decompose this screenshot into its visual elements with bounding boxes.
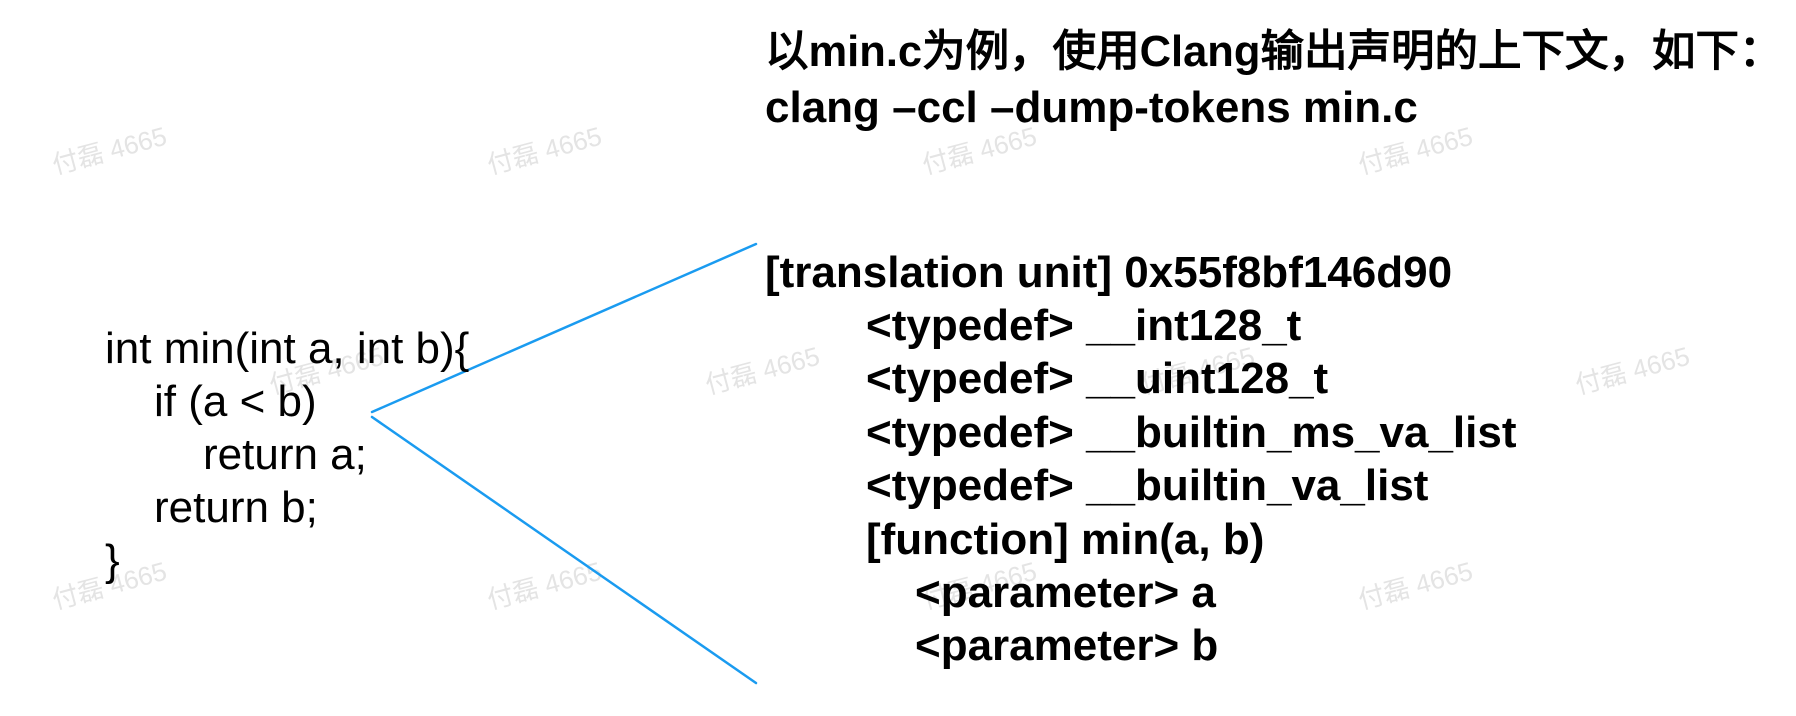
declaration-context-tree: [translation unit] 0x55f8bf146d90 <typed… <box>765 246 1517 673</box>
ast-line-typedef-int128: <typedef> __int128_t <box>866 300 1302 350</box>
ast-line-parameter-a: <parameter> a <box>915 567 1216 617</box>
ast-line-translation-unit: [translation unit] 0x55f8bf146d90 <box>765 247 1453 297</box>
source-code-block: int min(int a, int b){ if (a < b) return… <box>105 322 469 587</box>
ast-line-typedef-builtin-va-list: <typedef> __builtin_va_list <box>866 461 1429 511</box>
slide-title: 以min.c为例，使用Clang输出声明的上下文，如下： clang –ccl … <box>765 25 1782 135</box>
code-line-if: if (a < b) <box>154 377 317 426</box>
ast-line-parameter-b: <parameter> b <box>915 621 1219 671</box>
code-line-return-a: return a; <box>203 430 367 479</box>
ast-line-typedef-builtin-ms-va-list: <typedef> __builtin_ms_va_list <box>866 407 1517 457</box>
code-line-return-b: return b; <box>154 483 318 532</box>
ast-line-function-min: [function] min(a, b) <box>866 514 1265 564</box>
slide: 付磊 4665 付磊 4665 付磊 4665 付磊 4665 付磊 4665 付磊 46… <box>0 0 1796 716</box>
command-line: clang –ccl –dump-tokens min.c <box>765 83 1418 132</box>
slide-title-line: 以min.c为例，使用Clang输出声明的上下文，如下： <box>765 28 1783 76</box>
code-line-function-signature: int min(int a, int b){ <box>105 324 470 373</box>
code-line-closing-brace: } <box>105 536 120 585</box>
ast-line-typedef-uint128: <typedef> __uint128_t <box>866 354 1329 404</box>
